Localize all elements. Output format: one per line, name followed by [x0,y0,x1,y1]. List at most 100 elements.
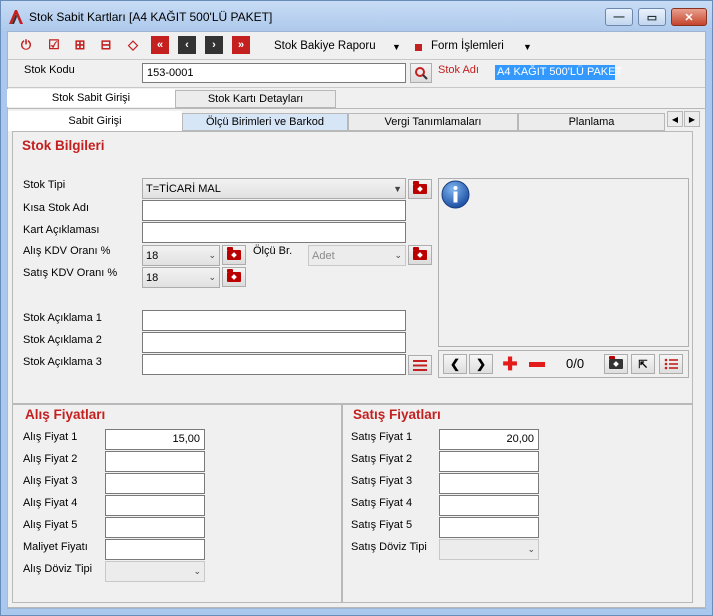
tab-scroll-right-icon[interactable]: ▶ [684,111,700,127]
short-name-label: Kısa Stok Adı [23,202,90,214]
description-menu-button[interactable] [408,355,432,375]
card-description-label: Kart Açıklaması [23,224,100,236]
next-record-icon[interactable]: › [205,36,223,54]
stock-type-select[interactable]: T=TİCARİ MAL ▼ [142,178,406,199]
checklist-icon[interactable]: ☑ [45,36,63,54]
chevron-down-icon: ⌄ [208,272,216,282]
folder-icon [227,247,241,260]
unit-lookup-button[interactable] [408,245,432,265]
stock-type-value: T=TİCARİ MAL [146,182,221,195]
purchase-price-5-label: Alış Fiyat 5 [23,519,78,531]
tab-tax-definitions[interactable]: Vergi Tanımlamaları [348,113,518,131]
purchase-prices-title: Alış Fiyatları [25,407,106,422]
sales-vat-value: 18 [146,271,159,284]
stock-balance-report-menu[interactable]: Stok Bakiye Raporu [274,40,376,52]
image-next-icon[interactable]: ❯ [469,354,493,374]
purchase-price-5-input[interactable] [105,517,205,538]
form-operations-menu[interactable]: Form İşlemleri [431,40,504,52]
stock-name-label: Stok Adı [438,64,479,76]
menu-icon [413,359,427,371]
image-upload-icon[interactable] [604,354,628,374]
minimize-button[interactable]: — [605,8,633,26]
folder-icon [413,181,427,194]
purchase-vat-value: 18 [146,249,159,262]
card-description-input[interactable] [142,222,406,243]
previous-record-icon[interactable]: ‹ [178,36,196,54]
description-3-input[interactable] [142,354,406,375]
title-bar[interactable]: Stok Sabit Kartları [A4 KAĞIT 500'LÜ PAK… [1,1,712,31]
sales-price-5-label: Satış Fiyat 5 [351,519,413,531]
purchase-price-2-input[interactable] [105,451,205,472]
purchase-price-2-label: Alış Fiyat 2 [23,453,78,465]
tab-stock-card-details[interactable]: Stok Kartı Detayları [175,90,336,108]
sales-price-1-label: Satış Fiyat 1 [351,431,413,443]
stock-code-input[interactable]: 153-0001 [142,63,406,83]
chevron-down-icon: ⌄ [208,250,216,260]
sales-currency-label: Satış Döviz Tipi [351,541,427,553]
short-name-input[interactable] [142,200,406,221]
window-title: Stok Sabit Kartları [A4 KAĞIT 500'LÜ PAK… [29,10,273,24]
unit-select[interactable]: Adet ⌄ [308,245,406,266]
purchase-price-1-input[interactable]: 15,00 [105,429,205,450]
stock-type-label: Stok Tipi [23,179,66,191]
purchase-price-3-input[interactable] [105,473,205,494]
stock-code-label: Stok Kodu [24,64,75,76]
chevron-down-icon[interactable]: ▼ [392,42,401,52]
stock-info-title: Stok Bilgileri [22,138,105,153]
sales-vat-select[interactable]: 18 ⌄ [142,267,220,288]
sales-price-5-input[interactable] [439,517,539,538]
sales-vat-lookup-button[interactable] [222,267,246,287]
delete-record-icon[interactable]: ⊟ [97,36,115,54]
tab-planning[interactable]: Planlama [518,113,665,131]
tab-fixed-entry[interactable]: Sabit Girişi [8,111,182,131]
search-button[interactable] [410,63,432,83]
purchase-currency-select[interactable]: ⌄ [105,561,205,582]
purchase-vat-select[interactable]: 18 ⌄ [142,245,220,266]
unit-value: Adet [312,249,335,262]
purchase-vat-label: Alış KDV Oranı % [23,245,111,257]
sales-vat-label: Satış KDV Oranı % [23,267,118,279]
cost-price-input[interactable] [105,539,205,560]
purchase-price-4-input[interactable] [105,495,205,516]
description-1-input[interactable] [142,310,406,331]
sales-currency-select[interactable]: ⌄ [439,539,539,560]
eraser-icon[interactable]: ◇ [124,36,142,54]
purchase-price-4-label: Alış Fiyat 4 [23,497,78,509]
power-icon[interactable]: ⏻ [17,36,35,54]
tab-units-barcode[interactable]: Ölçü Birimleri ve Barkod [182,113,348,131]
sales-price-4-input[interactable] [439,495,539,516]
close-button[interactable]: ✕ [671,8,707,26]
info-icon [441,180,470,209]
image-panel[interactable] [438,178,689,347]
sales-price-3-input[interactable] [439,473,539,494]
stock-type-lookup-button[interactable] [408,179,432,199]
image-previous-icon[interactable]: ❮ [443,354,467,374]
first-record-icon[interactable]: « [151,36,169,54]
search-icon [415,67,428,80]
sales-price-1-input[interactable]: 20,00 [439,429,539,450]
image-remove-icon[interactable] [525,354,549,374]
tab-stock-fixed-entry[interactable]: Stok Sabit Girişi [7,89,175,107]
form-operations-icon [415,44,422,51]
image-add-icon[interactable]: ✚ [498,354,522,374]
sales-price-2-input[interactable] [439,451,539,472]
stock-name-value[interactable]: A4 KAĞIT 500'LÜ PAKET [495,65,622,80]
image-list-icon[interactable] [659,354,683,374]
tab-scroll-left-icon[interactable]: ◀ [667,111,683,127]
description-2-input[interactable] [142,332,406,353]
sales-prices-title: Satış Fiyatları [353,407,441,422]
last-record-icon[interactable]: » [232,36,250,54]
unit-label: Ölçü Br. [253,245,293,257]
maximize-button[interactable]: ▭ [638,8,666,26]
purchase-vat-lookup-button[interactable] [222,245,246,265]
cost-price-label: Maliyet Fiyatı [23,541,88,553]
chevron-down-icon: ⌄ [193,566,201,576]
chevron-down-icon[interactable]: ▼ [523,42,532,52]
image-open-icon[interactable]: ⇱ [631,354,655,374]
chevron-down-icon: ▼ [393,183,402,194]
chevron-down-icon: ⌄ [394,250,402,260]
chevron-down-icon: ⌄ [527,544,535,554]
description-2-label: Stok Açıklama 2 [23,334,102,346]
add-record-icon[interactable]: ⊞ [71,36,89,54]
purchase-currency-label: Alış Döviz Tipi [23,563,93,575]
